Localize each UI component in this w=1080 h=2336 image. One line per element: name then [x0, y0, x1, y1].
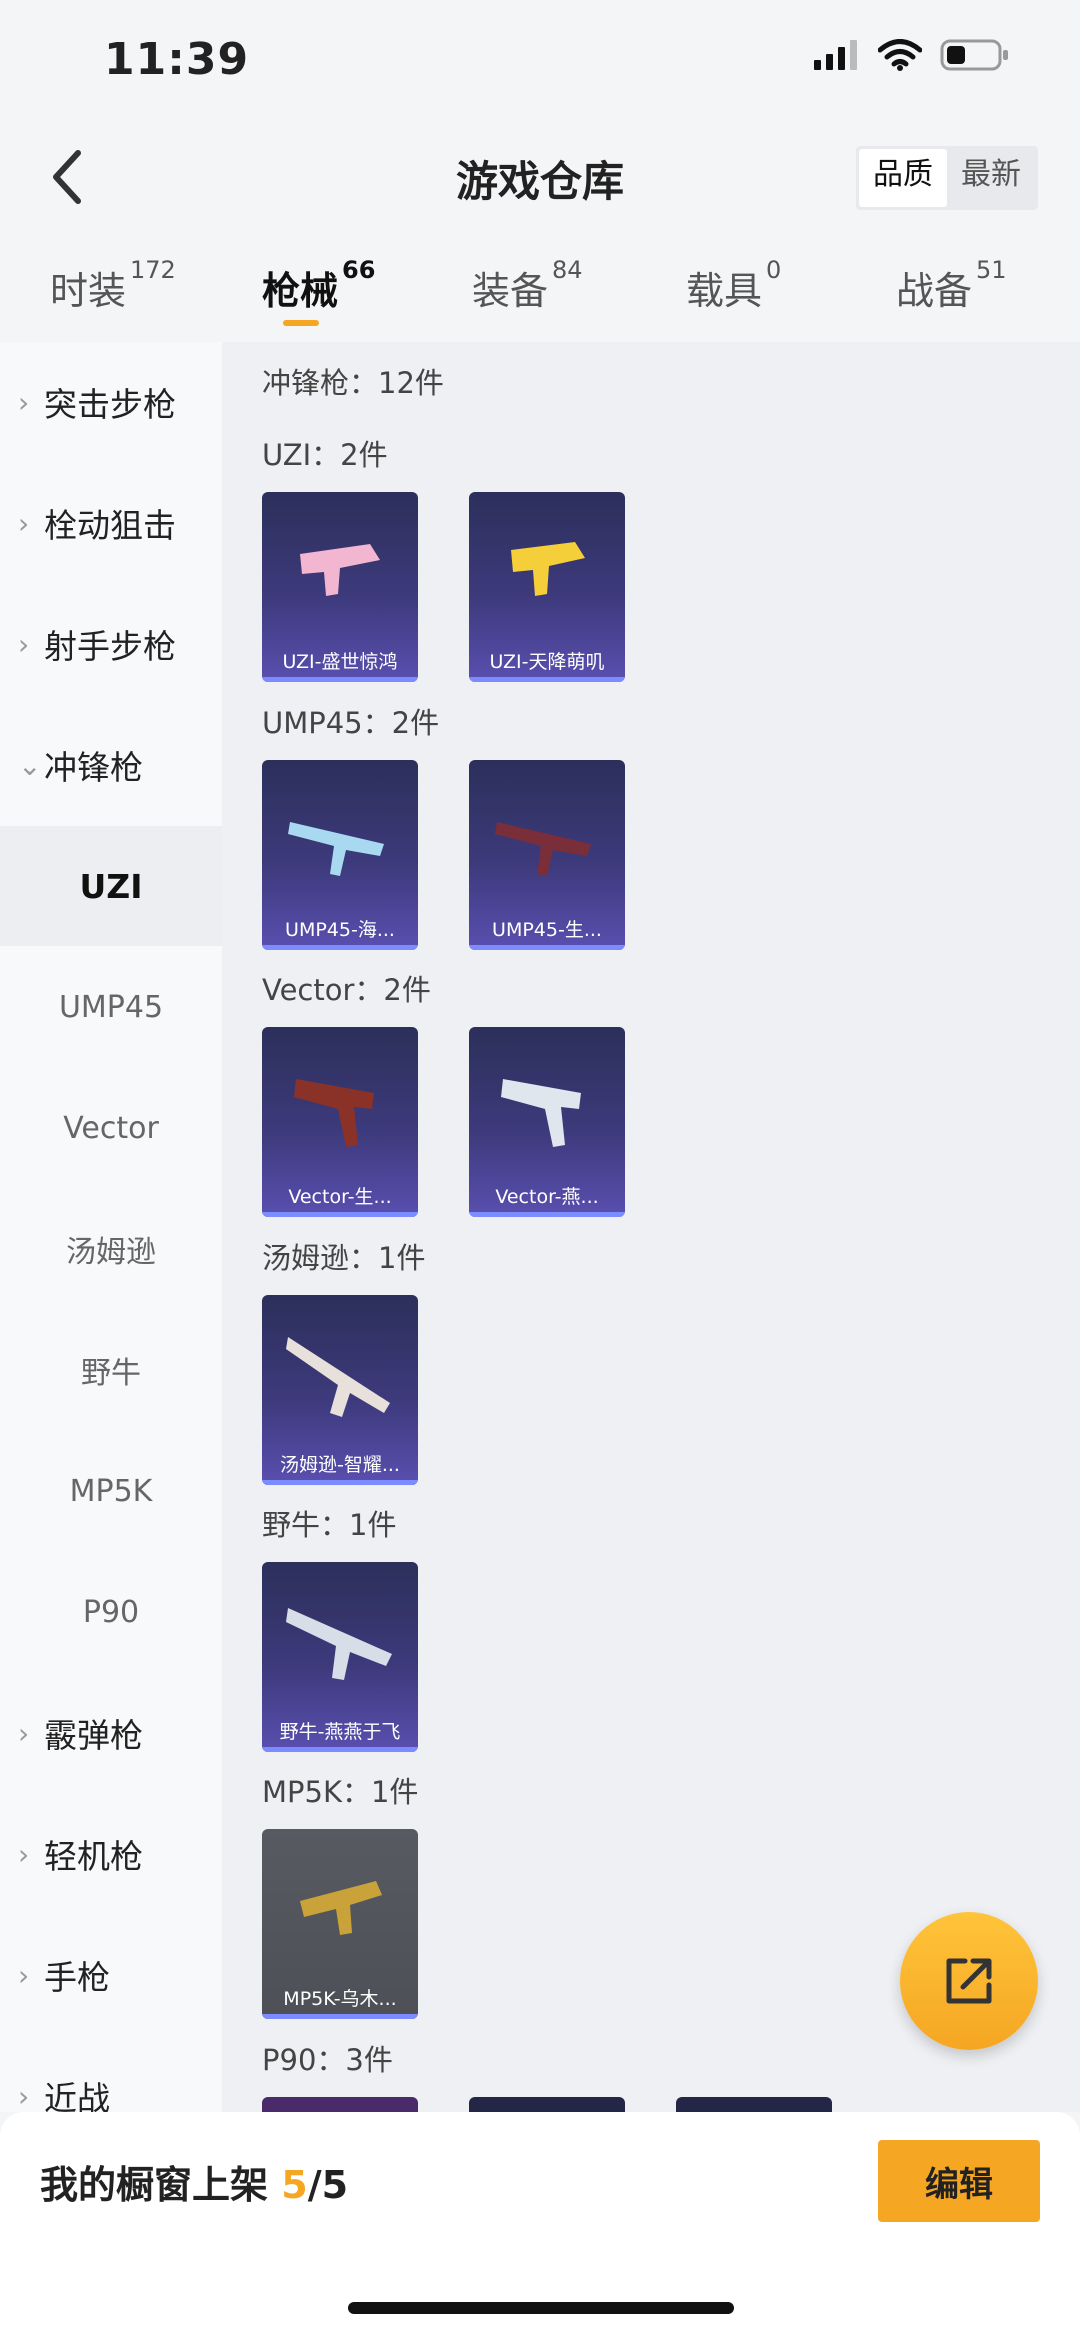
smg-icon	[300, 544, 380, 596]
smg-icon	[286, 1337, 390, 1417]
section-title-p90: P90：3件	[262, 2043, 393, 2077]
weapon-card[interactable]	[262, 2097, 418, 2112]
total-count: 冲锋枪：12件	[262, 366, 444, 400]
section-title-ump45: UMP45：2件	[262, 706, 440, 740]
smg-icon	[294, 1079, 374, 1147]
weapon-card[interactable]: 野牛-燕燕于飞	[262, 1562, 418, 1752]
chevron-right-icon: ›	[18, 1716, 30, 1750]
weapon-card[interactable]: UMP45-生...	[469, 760, 625, 950]
card-rarity-strip	[262, 2014, 418, 2019]
weapon-card[interactable]	[676, 2097, 832, 2112]
sidebar-sub-mp5k[interactable]: MP5K	[0, 1431, 222, 1551]
tab-fashion[interactable]: 时装 172	[50, 256, 176, 315]
card-rarity-strip	[469, 677, 625, 682]
weapon-card[interactable]: Vector-燕...	[469, 1027, 625, 1217]
weapon-card[interactable]: 汤姆逊-智耀...	[262, 1295, 418, 1485]
sidebar-item-pistol[interactable]: › 手枪	[0, 1915, 222, 2035]
card-rarity-strip	[262, 1480, 418, 1485]
section-title-thompson: 汤姆逊：1件	[262, 1241, 426, 1275]
showcase-status: 我的橱窗上架 5/5	[40, 2163, 349, 2207]
status-icons	[812, 38, 1010, 72]
weapon-card[interactable]: Vector-生...	[262, 1027, 418, 1217]
share-icon	[946, 1958, 992, 2004]
section-title-bizon: 野牛：1件	[262, 1508, 397, 1542]
chevron-right-icon: ›	[18, 385, 30, 419]
status-time: 11:39	[104, 34, 250, 85]
smg-icon	[288, 822, 384, 876]
weapon-card[interactable]: UZI-盛世惊鸿	[262, 492, 418, 682]
tab-guns[interactable]: 枪械 66	[262, 256, 375, 315]
sort-toggle: 品质 最新	[856, 146, 1038, 210]
section-title-uzi: UZI：2件	[262, 438, 388, 472]
weapon-card[interactable]: UZI-天降萌叽	[469, 492, 625, 682]
sidebar-item-shotgun[interactable]: › 霰弹枪	[0, 1673, 222, 1793]
sort-quality-button[interactable]: 品质	[859, 149, 947, 207]
chevron-right-icon: ›	[18, 1958, 30, 1992]
chevron-right-icon: ›	[18, 627, 30, 661]
home-indicator	[348, 2302, 734, 2314]
sidebar-item-lmg[interactable]: › 轻机枪	[0, 1794, 222, 1914]
header: 游戏仓库 品质 最新	[0, 120, 1080, 230]
share-button[interactable]	[900, 1912, 1038, 2050]
card-rarity-strip	[262, 677, 418, 682]
chevron-right-icon: ›	[18, 1837, 30, 1871]
battery-icon	[940, 39, 1008, 71]
card-rarity-strip	[469, 1212, 625, 1217]
sidebar-item-marksman-rifle[interactable]: › 射手步枪	[0, 584, 222, 704]
sidebar-sub-thompson[interactable]: 汤姆逊	[0, 1189, 222, 1309]
sort-newest-button[interactable]: 最新	[947, 149, 1035, 207]
sidebar-sub-bizon[interactable]: 野牛	[0, 1310, 222, 1430]
smg-icon	[300, 1881, 382, 1935]
category-tabs: 时装 172 枪械 66 装备 84 载具 0 战备 51	[0, 250, 1080, 340]
chevron-right-icon: ›	[18, 506, 30, 540]
smg-icon	[495, 822, 591, 876]
tab-equipment[interactable]: 装备 84	[472, 256, 583, 315]
tab-supplies[interactable]: 战备 51	[896, 256, 1007, 315]
section-title-mp5k: MP5K：1件	[262, 1775, 419, 1809]
smg-icon	[511, 542, 585, 596]
wifi-icon	[878, 39, 922, 71]
chevron-right-icon: ›	[18, 2079, 30, 2113]
sidebar-sub-p90[interactable]: P90	[0, 1552, 222, 1672]
sidebar-item-assault-rifle[interactable]: › 突击步枪	[0, 342, 222, 462]
weapon-card[interactable]: MP5K-乌木...	[262, 1829, 418, 2019]
card-rarity-strip	[262, 945, 418, 950]
weapon-card[interactable]	[469, 2097, 625, 2112]
bottom-bar: 我的橱窗上架 5/5 编辑	[0, 2112, 1080, 2336]
tab-vehicles[interactable]: 载具 0	[686, 256, 781, 315]
sidebar-sub-ump45[interactable]: UMP45	[0, 947, 222, 1067]
sidebar-sub-vector[interactable]: Vector	[0, 1068, 222, 1188]
sidebar-item-smg[interactable]: ⌄ 冲锋枪	[0, 705, 222, 825]
smg-icon	[286, 1608, 392, 1680]
sidebar-sub-uzi[interactable]: UZI	[0, 826, 222, 946]
chevron-down-icon: ⌄	[18, 748, 42, 782]
edit-button[interactable]: 编辑	[878, 2140, 1040, 2222]
sidebar-item-bolt-sniper[interactable]: › 栓动狙击	[0, 463, 222, 583]
card-rarity-strip	[262, 1747, 418, 1752]
section-title-vector: Vector：2件	[262, 973, 431, 1007]
signal-icon	[814, 40, 857, 70]
sidebar: › 突击步枪 › 栓动狙击 › 射手步枪 ⌄ 冲锋枪 UZI UMP45 Vec…	[0, 342, 222, 2118]
active-tab-indicator	[283, 320, 319, 326]
weapon-card[interactable]: UMP45-海...	[262, 760, 418, 950]
status-bar: 11:39	[0, 0, 1080, 120]
card-rarity-strip	[469, 945, 625, 950]
smg-icon	[501, 1079, 581, 1147]
card-rarity-strip	[262, 1212, 418, 1217]
weapon-list[interactable]: 冲锋枪：12件 UZI：2件 UZI-盛世惊鸿 UZI-天降萌叽 UMP45：2…	[222, 342, 1080, 2112]
